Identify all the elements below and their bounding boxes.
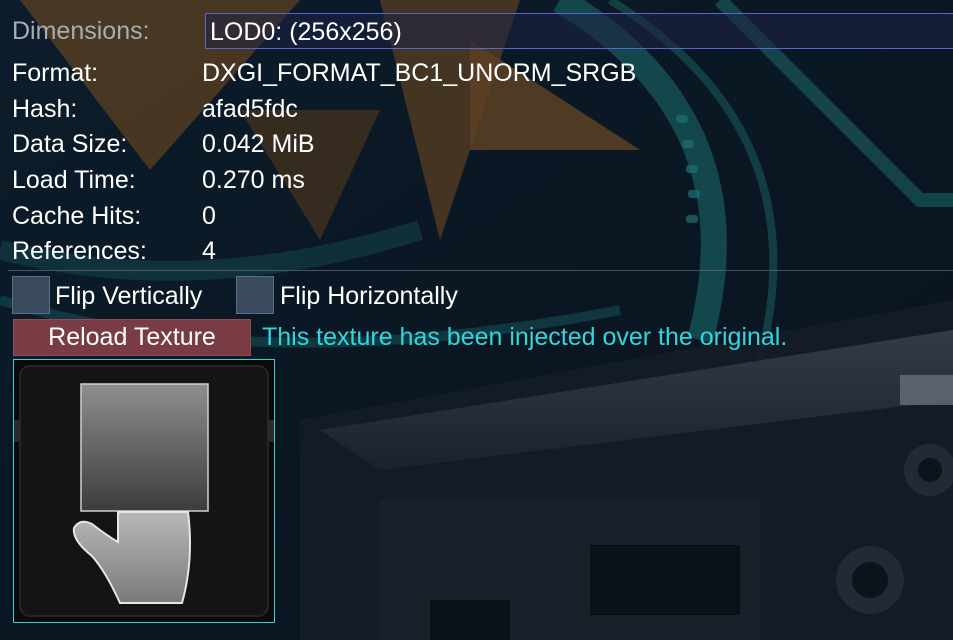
flip-vertically-checkbox[interactable] bbox=[12, 276, 50, 314]
dimensions-label: Dimensions: bbox=[12, 17, 150, 45]
data-size-value: 0.042 MiB bbox=[202, 130, 315, 158]
texture-preview bbox=[13, 359, 275, 623]
flip-vertically-label[interactable]: Flip Vertically bbox=[55, 279, 202, 313]
format-label: Format: bbox=[12, 59, 99, 87]
hash-value: afad5fdc bbox=[202, 95, 298, 123]
flip-horizontally-label[interactable]: Flip Horizontally bbox=[280, 279, 458, 313]
format-value: DXGI_FORMAT_BC1_UNORM_SRGB bbox=[202, 59, 637, 87]
dimensions-value: LOD0: (256x256) bbox=[210, 18, 402, 46]
references-label: References: bbox=[12, 237, 147, 265]
references-value: 4 bbox=[202, 237, 216, 265]
dimensions-combo[interactable]: LOD0: (256x256) bbox=[205, 13, 953, 49]
cache-hits-value: 0 bbox=[202, 202, 216, 230]
load-time-label: Load Time: bbox=[12, 166, 136, 194]
injected-status-text: This texture has been injected over the … bbox=[262, 323, 788, 351]
texture-image bbox=[14, 360, 274, 622]
cache-hits-label: Cache Hits: bbox=[12, 202, 142, 230]
hash-label: Hash: bbox=[12, 95, 78, 123]
load-time-value: 0.270 ms bbox=[202, 166, 305, 194]
flip-horizontally-checkbox[interactable] bbox=[236, 276, 274, 314]
data-size-label: Data Size: bbox=[12, 130, 128, 158]
reload-texture-button[interactable]: Reload Texture bbox=[13, 319, 251, 356]
section-separator bbox=[8, 270, 953, 271]
